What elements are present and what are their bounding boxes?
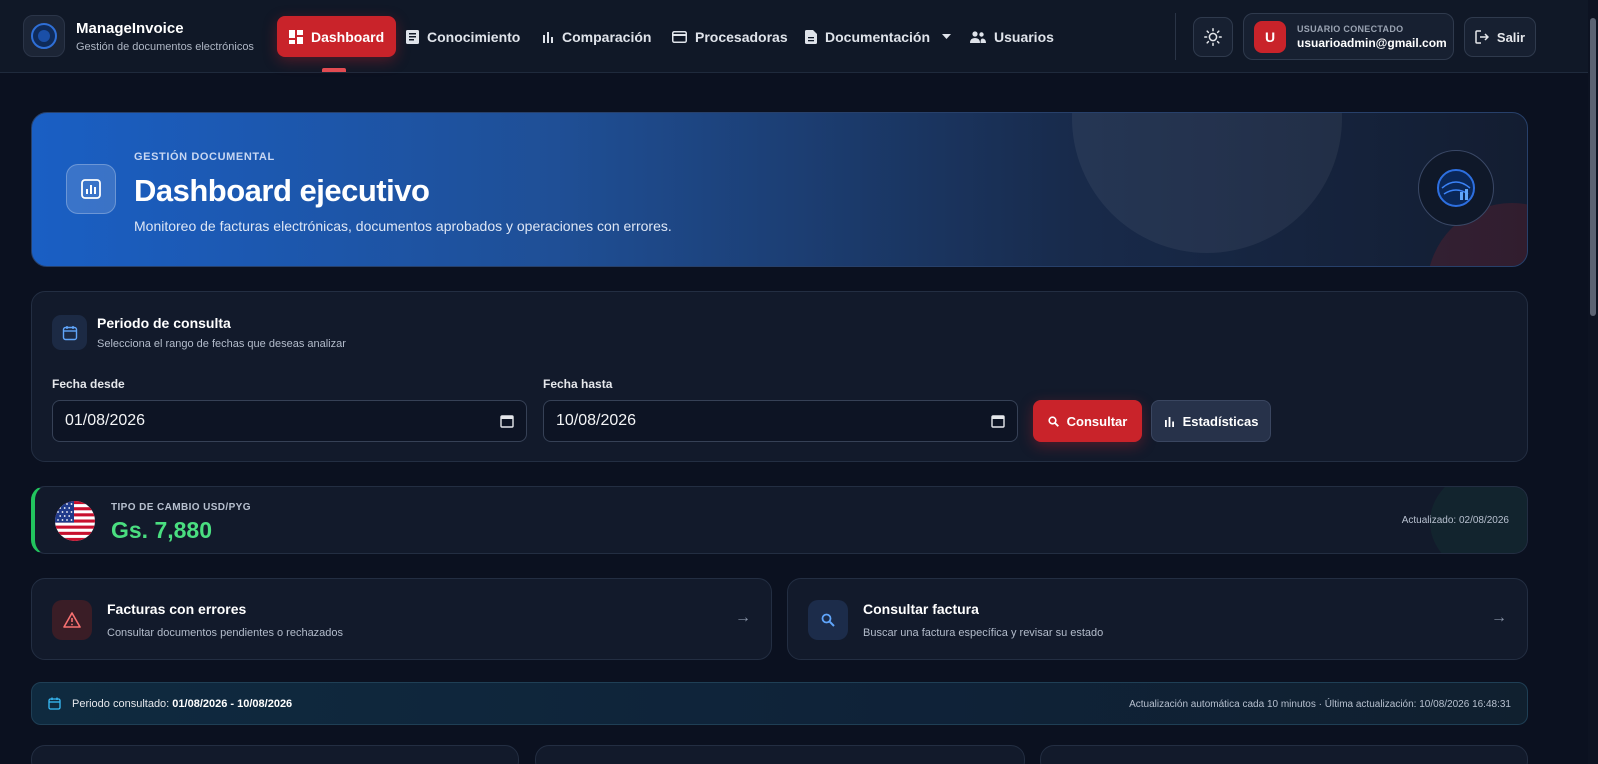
- nav-procesadoras[interactable]: Procesadoras: [660, 16, 800, 57]
- stat-card: [31, 745, 519, 764]
- users-icon: [970, 30, 986, 43]
- nav-documentacion[interactable]: Documentación: [793, 16, 963, 57]
- globe-logo-icon: [31, 23, 57, 49]
- hero-kicker: GESTIÓN DOCUMENTAL: [134, 151, 275, 163]
- decorative-circle: [1072, 113, 1342, 253]
- consult-label: Consultar: [1066, 413, 1128, 429]
- hero-banner: GESTIÓN DOCUMENTAL Dashboard ejecutivo M…: [31, 112, 1528, 267]
- theme-toggle-button[interactable]: [1193, 17, 1233, 57]
- page-title: Dashboard ejecutivo: [134, 173, 430, 208]
- card-subtitle: Consultar documentos pendientes o rechaz…: [107, 627, 344, 639]
- calendar-icon: [52, 315, 87, 350]
- period-range: 01/08/2026 - 10/08/2026: [172, 698, 293, 710]
- nav-label: Procesadoras: [695, 28, 788, 45]
- sun-icon: [1204, 28, 1222, 46]
- stat-card: [1040, 745, 1528, 764]
- user-caption: USUARIO CONECTADO: [1297, 24, 1404, 34]
- calendar-picker-icon[interactable]: [500, 414, 514, 428]
- scrollbar[interactable]: [1588, 0, 1598, 764]
- auto-update-status: Actualización automática cada 10 minutos…: [1129, 699, 1511, 710]
- globe-logo-icon: [1418, 150, 1494, 226]
- date-from-input[interactable]: 01/08/2026: [52, 400, 527, 442]
- active-indicator: [322, 68, 346, 72]
- nav-label: Dashboard: [311, 28, 385, 45]
- date-from-label: Fecha desde: [52, 377, 125, 391]
- logout-label: Salir: [1496, 29, 1526, 45]
- search-icon: [1048, 415, 1059, 427]
- exchange-value: Gs. 7,880: [111, 517, 213, 543]
- card-title: Facturas con errores: [107, 601, 247, 617]
- logout-icon: [1475, 30, 1489, 44]
- hero-subtitle: Monitoreo de facturas electrónicas, docu…: [134, 218, 672, 234]
- date-to-label: Fecha hasta: [543, 377, 613, 391]
- brand-name: ManageInvoice: [76, 20, 184, 37]
- nav-label: Usuarios: [994, 28, 1054, 45]
- date-to-value: 10/08/2026: [556, 412, 637, 429]
- credit-card-icon: [672, 30, 687, 43]
- arrow-right-icon: →: [1491, 609, 1507, 626]
- exchange-updated: Actualizado: 02/08/2026: [1401, 515, 1509, 526]
- bar-chart-icon: [543, 31, 553, 43]
- user-email: usuarioadmin@gmail.com: [1297, 36, 1447, 50]
- search-icon: [808, 600, 848, 640]
- user-menu[interactable]: U USUARIO CONECTADO usuarioadmin@gmail.c…: [1243, 13, 1454, 60]
- arrow-right-icon: →: [735, 609, 751, 626]
- date-from-value: 01/08/2026: [65, 412, 146, 429]
- file-icon: [805, 29, 817, 44]
- statistics-button[interactable]: Estadísticas: [1151, 400, 1271, 442]
- period-prefix: Periodo consultado:: [72, 698, 170, 710]
- errors-invoices-card[interactable]: Facturas con errores Consultar documento…: [31, 578, 772, 660]
- warning-icon: [52, 600, 92, 640]
- stat-card: [535, 745, 1025, 764]
- bar-chart-icon: [1164, 416, 1174, 427]
- divider: [1175, 13, 1176, 60]
- logout-button[interactable]: Salir: [1464, 17, 1536, 57]
- consult-invoice-card[interactable]: Consultar factura Buscar una factura esp…: [787, 578, 1528, 660]
- period-info-banner: Periodo consultado: 01/08/2026 - 10/08/2…: [31, 682, 1528, 725]
- date-to-input[interactable]: 10/08/2026: [543, 400, 1018, 442]
- nav-usuarios[interactable]: Usuarios: [958, 16, 1066, 57]
- nav-dashboard[interactable]: Dashboard: [277, 16, 397, 57]
- period-filter-card: Periodo de consulta Selecciona el rango …: [31, 291, 1528, 462]
- consult-button[interactable]: Consultar: [1033, 400, 1142, 442]
- calendar-icon: [48, 697, 61, 710]
- us-flag-icon: [55, 501, 95, 541]
- brand-subtitle: Gestión de documentos electrónicos: [76, 41, 254, 53]
- nav-label: Conocimiento: [427, 28, 521, 45]
- avatar: U: [1254, 21, 1286, 53]
- brand-logo[interactable]: [23, 15, 65, 57]
- card-title: Consultar factura: [863, 601, 979, 617]
- period-consulted: Periodo consultado: 01/08/2026 - 10/08/2…: [72, 698, 292, 710]
- document-icon: [406, 29, 419, 44]
- statistics-label: Estadísticas: [1182, 413, 1259, 429]
- nav-comparacion[interactable]: Comparación: [530, 16, 663, 57]
- top-navbar: ManageInvoice Gestión de documentos elec…: [0, 0, 1598, 73]
- calendar-picker-icon[interactable]: [991, 414, 1005, 428]
- nav-label: Comparación: [562, 28, 652, 45]
- exchange-label: TIPO DE CAMBIO USD/PYG: [111, 502, 251, 513]
- dashboard-icon: [289, 29, 303, 44]
- period-subtitle: Selecciona el rango de fechas que deseas…: [97, 338, 346, 350]
- exchange-rate-card: TIPO DE CAMBIO USD/PYG Gs. 7,880 Actuali…: [31, 486, 1528, 554]
- scrollbar-thumb[interactable]: [1590, 18, 1596, 316]
- nav-label: Documentación: [825, 28, 931, 45]
- nav-conocimiento[interactable]: Conocimiento: [394, 16, 532, 57]
- card-subtitle: Buscar una factura específica y revisar …: [863, 627, 1104, 639]
- chevron-down-icon: [942, 33, 952, 39]
- report-icon: [66, 164, 116, 214]
- period-title: Periodo de consulta: [97, 315, 231, 331]
